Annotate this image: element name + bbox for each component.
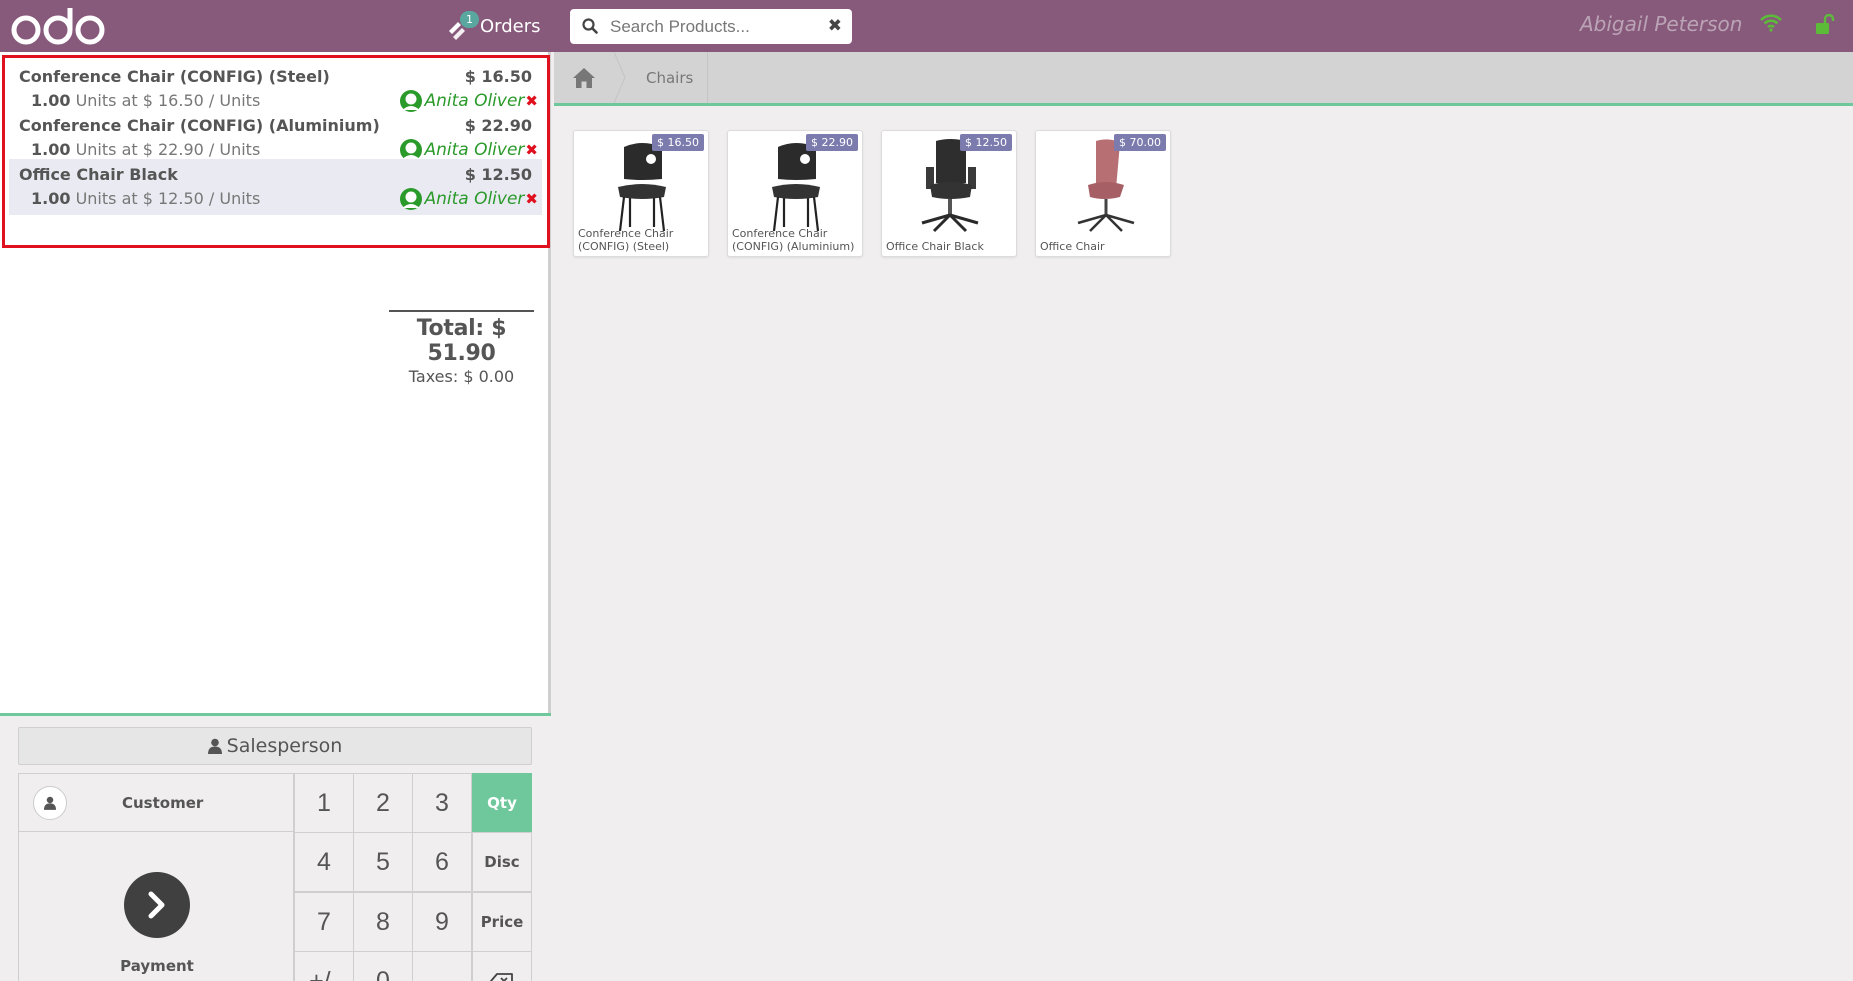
- mode-price-button[interactable]: Price: [472, 892, 532, 952]
- product-price-tag: $ 70.00: [1114, 134, 1166, 151]
- orderline-qty: 1.00: [31, 91, 71, 110]
- product-image: [1077, 139, 1135, 232]
- orders-button[interactable]: 1 Orders: [446, 11, 541, 40]
- wifi-icon[interactable]: [1760, 14, 1782, 32]
- orderline[interactable]: Conference Chair (CONFIG) (Aluminium) $ …: [9, 110, 542, 166]
- orderline-product-name: Office Chair Black: [19, 165, 178, 184]
- numpad-key-7[interactable]: 7: [294, 892, 354, 952]
- order-pane: Conference Chair (CONFIG) (Steel) $ 16.5…: [0, 52, 551, 981]
- product-price-tag: $ 12.50: [960, 134, 1012, 151]
- numpad-key-6[interactable]: 6: [412, 832, 472, 892]
- breadcrumb-chairs[interactable]: Chairs: [626, 52, 709, 103]
- home-icon: [573, 67, 595, 88]
- order-summary: Total: $ 51.90 Taxes: $ 0.00: [389, 310, 534, 386]
- salesperson-name: Anita Oliver: [424, 140, 525, 160]
- orderline-price: $ 22.90: [464, 116, 532, 135]
- orderlines-list: Conference Chair (CONFIG) (Steel) $ 16.5…: [2, 55, 550, 248]
- product-price-tag: $ 22.90: [806, 134, 858, 151]
- mode-qty-button[interactable]: Qty: [472, 773, 532, 833]
- remove-salesperson-icon[interactable]: ✖: [525, 92, 538, 110]
- product-card[interactable]: $ 12.50 Office Chair Black: [881, 130, 1017, 257]
- orders-count-badge: 1: [460, 11, 479, 28]
- mode-disc-button[interactable]: Disc: [472, 832, 532, 892]
- orderline-qty: 1.00: [31, 189, 71, 208]
- orderline-unit-info: Units at $ 22.90 / Units: [75, 140, 261, 159]
- numpad-key-9[interactable]: 9: [412, 892, 472, 952]
- salesperson-name: Anita Oliver: [424, 189, 525, 209]
- category-breadcrumbs: Chairs: [554, 52, 1853, 106]
- numpad-key-1[interactable]: 1: [294, 773, 354, 833]
- numpad-area: Customer Payment 1 2 3 Qty 4 5 6 Disc 7 …: [18, 773, 532, 981]
- search-box: ✖: [570, 9, 852, 44]
- remove-salesperson-icon[interactable]: ✖: [525, 141, 538, 159]
- orderline-quantity-info: 1.00 Units at $ 22.90 / Units: [31, 140, 260, 159]
- remove-salesperson-icon[interactable]: ✖: [525, 190, 538, 208]
- product-name: Office Chair Black: [886, 240, 984, 253]
- product-card[interactable]: $ 16.50 Conference Chair (CONFIG) (Steel…: [573, 130, 709, 257]
- product-image: [921, 139, 979, 233]
- top-bar: 1 Orders ✖ Abigail Peterson: [0, 0, 1853, 52]
- numpad-key-4[interactable]: 4: [294, 832, 354, 892]
- product-name: Conference Chair (CONFIG) (Steel): [578, 227, 674, 253]
- salesperson-avatar-icon: [400, 188, 423, 210]
- user-icon: [207, 738, 222, 754]
- salesperson-name: Anita Oliver: [424, 91, 525, 111]
- orderline-product-name: Conference Chair (CONFIG) (Aluminium): [19, 116, 380, 135]
- orderline-quantity-info: 1.00 Units at $ 12.50 / Units: [31, 189, 260, 208]
- backspace-icon: [490, 973, 513, 981]
- orderline-price: $ 16.50: [464, 67, 532, 86]
- numpad-key-0[interactable]: 0: [353, 951, 413, 981]
- orderline-salesperson: Anita Oliver ✖: [399, 187, 538, 211]
- numpad-key-5[interactable]: 5: [353, 832, 413, 892]
- product-name: Conference Chair (CONFIG) (Aluminium): [732, 227, 855, 253]
- user-name: Abigail Peterson: [1580, 12, 1743, 36]
- search-input[interactable]: [610, 15, 810, 39]
- odoo-logo: [11, 8, 105, 45]
- search-icon: [582, 18, 598, 34]
- lock-icon[interactable]: [1814, 14, 1836, 36]
- salesperson-button[interactable]: Salesperson: [18, 727, 532, 765]
- customer-button-label: Customer: [122, 793, 204, 812]
- customer-avatar-icon: [33, 785, 67, 820]
- orders-label: Orders: [480, 15, 541, 37]
- numpad-key-8[interactable]: 8: [353, 892, 413, 952]
- product-card[interactable]: $ 22.90 Conference Chair (CONFIG) (Alumi…: [727, 130, 863, 257]
- orderline-selected[interactable]: Office Chair Black $ 12.50 1.00 Units at…: [9, 159, 542, 215]
- product-card[interactable]: $ 70.00 Office Chair: [1035, 130, 1171, 257]
- numpad-key-2[interactable]: 2: [353, 773, 413, 833]
- numpad-key-dot[interactable]: .: [412, 951, 472, 981]
- product-image: [618, 143, 666, 232]
- ticket-icon: 1: [446, 11, 479, 40]
- order-total: Total: $ 51.90: [416, 316, 507, 366]
- breadcrumb-separator: [614, 52, 626, 103]
- orderline-unit-info: Units at $ 12.50 / Units: [75, 189, 261, 208]
- payment-button-label: Payment: [120, 957, 194, 975]
- customer-button[interactable]: Customer: [18, 773, 294, 832]
- product-name: Office Chair: [1040, 240, 1105, 253]
- chevron-right-icon: [124, 872, 190, 938]
- numpad-key-plus-minus[interactable]: +/-: [294, 951, 354, 981]
- backspace-button[interactable]: [472, 951, 532, 981]
- orderline-quantity-info: 1.00 Units at $ 16.50 / Units: [31, 91, 260, 110]
- orderline-price: $ 12.50: [464, 165, 532, 184]
- orderline-qty: 1.00: [31, 140, 71, 159]
- payment-button[interactable]: Payment: [18, 832, 294, 981]
- control-pad: Salesperson Customer Payment 1 2 3 Qty 4…: [0, 713, 551, 981]
- orderline[interactable]: Conference Chair (CONFIG) (Steel) $ 16.5…: [9, 61, 542, 117]
- breadcrumb-home[interactable]: [554, 52, 614, 103]
- product-price-tag: $ 16.50: [652, 134, 704, 151]
- order-taxes: Taxes: $ 0.00: [408, 367, 515, 386]
- orderline-unit-info: Units at $ 16.50 / Units: [75, 91, 261, 110]
- orderline-product-name: Conference Chair (CONFIG) (Steel): [19, 67, 330, 86]
- numpad-key-3[interactable]: 3: [412, 773, 472, 833]
- product-image: [772, 143, 820, 232]
- clear-icon[interactable]: ✖: [828, 16, 842, 36]
- salesperson-button-label: Salesperson: [226, 735, 343, 757]
